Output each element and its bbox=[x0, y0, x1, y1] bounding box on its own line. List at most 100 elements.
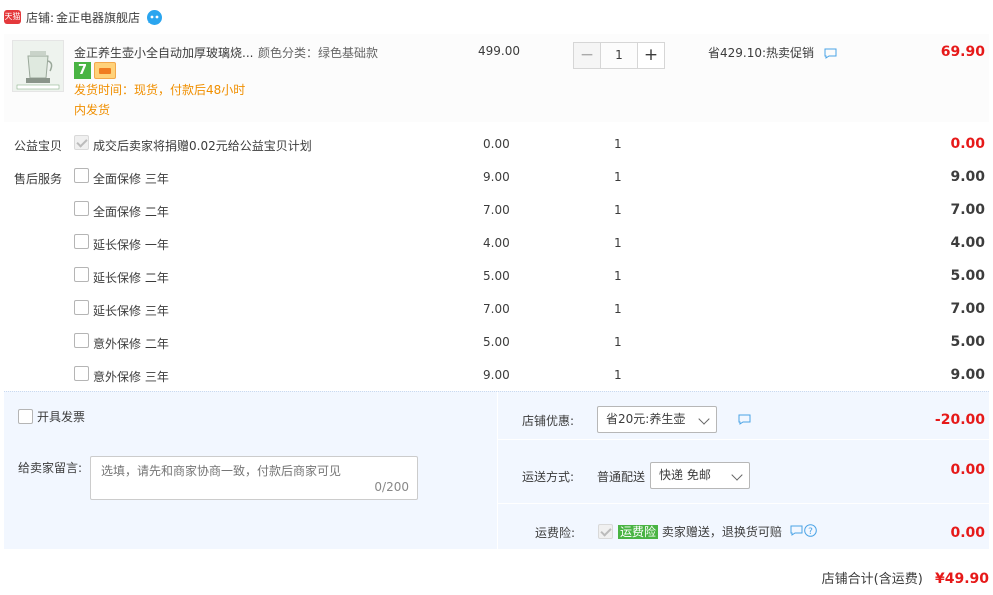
charity-desc: 成交后卖家将捐赠0.02元给公益宝贝计划 bbox=[93, 139, 312, 153]
comment-icon[interactable] bbox=[790, 525, 803, 539]
product-title-link[interactable]: 金正养生壶小全自动加厚玻璃烧... bbox=[74, 44, 254, 61]
charity-qty: 1 bbox=[614, 137, 622, 151]
insurance-desc: 卖家赠送，退换货可赔 bbox=[661, 525, 782, 539]
credit-card-icon[interactable] bbox=[94, 62, 116, 79]
service-name[interactable]: 延长保修 一年 bbox=[93, 236, 169, 253]
service-row: 延长保修 一年 4.00 1 4.00 bbox=[4, 227, 989, 260]
delivery-select[interactable]: 快递 免邮 bbox=[650, 462, 750, 489]
service-total: 5.00 bbox=[950, 334, 985, 350]
shop-total-label: 店铺合计(含运费) bbox=[821, 572, 923, 587]
quantity-input[interactable]: 1 bbox=[600, 42, 638, 69]
service-name[interactable]: 意外保修 二年 bbox=[93, 335, 169, 352]
discount-label: 店铺优惠: bbox=[522, 414, 575, 428]
service-name[interactable]: 延长保修 二年 bbox=[93, 269, 169, 286]
delivery-value: 快递 免邮 bbox=[659, 468, 711, 482]
insurance-tag: 运费险 bbox=[618, 525, 659, 539]
service-price: 7.00 bbox=[483, 203, 510, 217]
service-total: 7.00 bbox=[950, 301, 985, 317]
divider bbox=[497, 439, 989, 440]
discount-value: 省20元:养生壶 bbox=[606, 412, 686, 426]
shop-total: 店铺合计(含运费) ¥49.90 bbox=[822, 568, 989, 587]
charity-row: 公益宝贝 成交后卖家将捐赠0.02元给公益宝贝计划 0.00 1 0.00 bbox=[4, 128, 989, 161]
service-row: 延长保修 二年 5.00 1 5.00 bbox=[4, 260, 989, 293]
product-thumbnail[interactable] bbox=[12, 40, 64, 92]
decrease-qty-button[interactable]: − bbox=[573, 42, 600, 69]
service-qty: 1 bbox=[614, 368, 622, 382]
promotion-info: 省429.10:热卖促销 bbox=[708, 44, 837, 61]
shop-name-link[interactable]: 金正电器旗舰店 bbox=[56, 9, 140, 26]
invoice-label: 开具发票 bbox=[37, 410, 86, 424]
charity-checkbox bbox=[74, 135, 89, 150]
service-name[interactable]: 全面保修 二年 bbox=[93, 203, 169, 220]
comment-icon[interactable] bbox=[824, 48, 837, 59]
service-checkbox[interactable] bbox=[74, 267, 89, 282]
service-row: 售后服务 全面保修 三年 9.00 1 9.00 bbox=[4, 161, 989, 194]
service-price: 9.00 bbox=[483, 170, 510, 184]
wangwang-icon[interactable] bbox=[146, 9, 163, 26]
service-qty: 1 bbox=[614, 335, 622, 349]
shop-total-amount: ¥49.90 bbox=[934, 571, 989, 587]
service-checkbox[interactable] bbox=[74, 168, 89, 183]
comment-icon[interactable] bbox=[738, 414, 751, 425]
ship-time: 发货时间：现货，付款后48小时 bbox=[74, 83, 246, 97]
service-total: 9.00 bbox=[950, 169, 985, 185]
service-row: 意外保修 二年 5.00 1 5.00 bbox=[4, 326, 989, 359]
service-row: 全面保修 二年 7.00 1 7.00 bbox=[4, 194, 989, 227]
service-qty: 1 bbox=[614, 203, 622, 217]
message-char-count: 0/200 bbox=[374, 480, 409, 494]
charity-price: 0.00 bbox=[483, 137, 510, 151]
service-price: 5.00 bbox=[483, 269, 510, 283]
help-icon[interactable]: ? bbox=[804, 524, 817, 540]
product-sku: 颜色分类：绿色基础款 bbox=[258, 46, 379, 60]
service-total: 4.00 bbox=[950, 235, 985, 251]
service-label: 售后服务 bbox=[14, 172, 63, 186]
service-qty: 1 bbox=[614, 269, 622, 283]
service-row: 意外保修 三年 9.00 1 9.00 bbox=[4, 359, 989, 392]
divider bbox=[497, 503, 989, 504]
discount-select[interactable]: 省20元:养生壶 bbox=[597, 406, 717, 433]
cart-item-row: 金正养生壶小全自动加厚玻璃烧... 颜色分类：绿色基础款 7 发货时间：现货，付… bbox=[4, 34, 989, 122]
service-total: 7.00 bbox=[950, 202, 985, 218]
service-price: 4.00 bbox=[483, 236, 510, 250]
item-subtotal: 69.90 bbox=[940, 44, 985, 60]
message-input[interactable] bbox=[91, 457, 417, 499]
ship-time-cont: 内发货 bbox=[74, 103, 111, 117]
service-name[interactable]: 意外保修 三年 bbox=[93, 368, 169, 385]
charity-total: 0.00 bbox=[950, 136, 985, 152]
shop-header: 天猫 店铺: 金正电器旗舰店 bbox=[0, 0, 993, 34]
promotion-text: 省429.10:热卖促销 bbox=[708, 46, 815, 60]
charity-label: 公益宝贝 bbox=[14, 139, 63, 153]
chevron-down-icon bbox=[698, 413, 710, 425]
service-price: 5.00 bbox=[483, 335, 510, 349]
increase-qty-button[interactable]: + bbox=[638, 42, 665, 69]
service-name[interactable]: 全面保修 三年 bbox=[93, 170, 169, 187]
service-price: 7.00 bbox=[483, 302, 510, 316]
discount-amount: -20.00 bbox=[934, 412, 985, 428]
service-badges: 7 bbox=[74, 62, 116, 79]
insurance-info: 运费险 卖家赠送，退换货可赔 bbox=[618, 523, 782, 540]
insurance-amount: 0.00 bbox=[950, 525, 985, 541]
service-row: 延长保修 三年 7.00 1 7.00 bbox=[4, 293, 989, 326]
chevron-down-icon bbox=[731, 469, 743, 481]
seven-day-return-icon[interactable]: 7 bbox=[74, 62, 91, 79]
invoice-checkbox[interactable] bbox=[18, 409, 33, 424]
service-qty: 1 bbox=[614, 236, 622, 250]
service-checkbox[interactable] bbox=[74, 333, 89, 348]
service-name[interactable]: 延长保修 三年 bbox=[93, 302, 169, 319]
service-checkbox[interactable] bbox=[74, 234, 89, 249]
delivery-amount: 0.00 bbox=[950, 462, 985, 478]
delivery-type: 普通配送 bbox=[597, 470, 646, 484]
svg-text:?: ? bbox=[808, 527, 813, 537]
insurance-checkbox bbox=[598, 524, 613, 539]
service-total: 9.00 bbox=[950, 367, 985, 383]
service-checkbox[interactable] bbox=[74, 366, 89, 381]
invoice-option[interactable]: 开具发票 bbox=[18, 408, 85, 425]
service-checkbox[interactable] bbox=[74, 300, 89, 315]
unit-price: 499.00 bbox=[478, 44, 520, 58]
quantity-stepper: − 1 + bbox=[573, 42, 665, 69]
service-total: 5.00 bbox=[950, 268, 985, 284]
service-checkbox[interactable] bbox=[74, 201, 89, 216]
service-price: 9.00 bbox=[483, 368, 510, 382]
service-qty: 1 bbox=[614, 170, 622, 184]
tmall-badge: 天猫 bbox=[4, 10, 21, 24]
